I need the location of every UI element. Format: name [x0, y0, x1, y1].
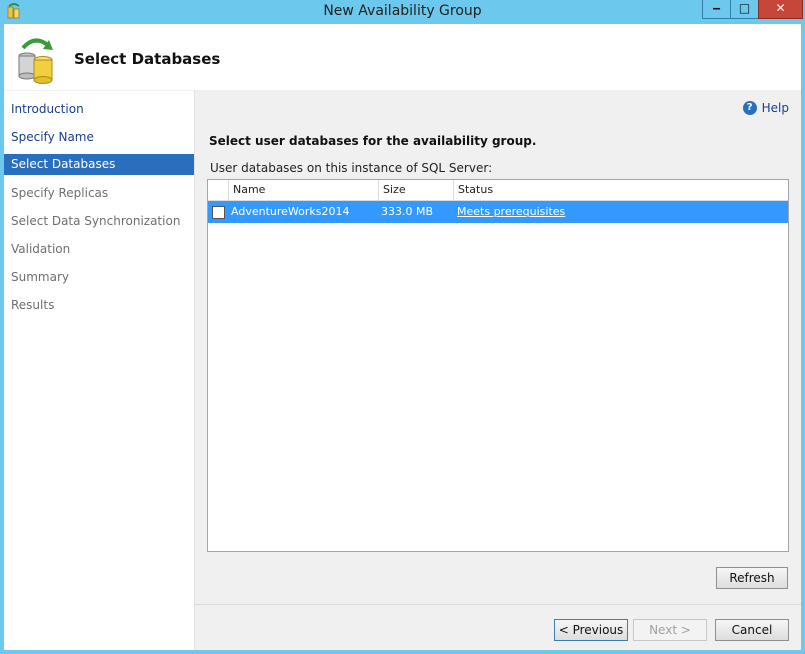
column-header-status[interactable]: Status [454, 180, 788, 200]
column-header-name[interactable]: Name [229, 180, 379, 200]
database-sync-icon [18, 38, 53, 84]
wizard-client: Select Databases Introduction Specify Na… [4, 24, 801, 650]
maximize-icon: □ [738, 1, 751, 15]
minimize-icon: ‒ [712, 1, 721, 15]
content-pane: ? Help Select user databases for the ava… [195, 91, 801, 650]
close-button[interactable]: ✕ [758, 0, 803, 19]
nav-item-specify-name[interactable]: Specify Name [4, 127, 194, 148]
database-grid[interactable]: Name Size Status AdventureWorks2014 333.… [207, 179, 789, 552]
nav-item-specify-replicas: Specify Replicas [11, 186, 109, 200]
nav-item-summary: Summary [11, 270, 69, 284]
column-header-select[interactable] [208, 180, 229, 200]
previous-button[interactable]: < Previous [554, 619, 628, 641]
maximize-button[interactable]: □ [730, 0, 759, 19]
close-icon: ✕ [775, 1, 786, 15]
page-title: Select Databases [74, 50, 221, 68]
nav-item-validation: Validation [11, 242, 71, 256]
database-size: 333.0 MB [381, 205, 434, 218]
instruction-text: Select user databases for the availabili… [209, 134, 537, 148]
cancel-button[interactable]: Cancel [715, 619, 789, 641]
page-header: Select Databases [4, 24, 801, 90]
nav-item-select-data-synchronization: Select Data Synchronization [11, 214, 181, 228]
grid-header: Name Size Status [208, 180, 788, 201]
database-name: AdventureWorks2014 [231, 205, 350, 218]
table-row[interactable]: AdventureWorks2014 333.0 MB Meets prereq… [208, 201, 788, 223]
database-status-link[interactable]: Meets prerequisites [457, 201, 565, 223]
next-button[interactable]: Next > [633, 619, 707, 641]
wizard-nav: Introduction Specify Name Select Databas… [4, 91, 195, 650]
wizard-window: New Availability Group ‒ □ ✕ Select Data… [0, 0, 805, 654]
nav-item-introduction[interactable]: Introduction [4, 99, 194, 120]
help-icon: ? [742, 101, 757, 115]
help-label: Help [761, 101, 789, 115]
nav-item-results: Results [11, 298, 55, 312]
row-checkbox[interactable] [212, 206, 225, 219]
help-link[interactable]: ? Help [742, 101, 789, 115]
nav-item-select-databases[interactable]: Select Databases [4, 154, 194, 175]
footer-divider [195, 604, 801, 605]
database-list-label: User databases on this instance of SQL S… [210, 161, 493, 175]
window-title: New Availability Group [323, 3, 482, 19]
minimize-button[interactable]: ‒ [702, 0, 731, 19]
refresh-button[interactable]: Refresh [716, 567, 788, 589]
title-bar[interactable]: New Availability Group ‒ □ ✕ [0, 0, 805, 24]
column-header-size[interactable]: Size [379, 180, 454, 200]
